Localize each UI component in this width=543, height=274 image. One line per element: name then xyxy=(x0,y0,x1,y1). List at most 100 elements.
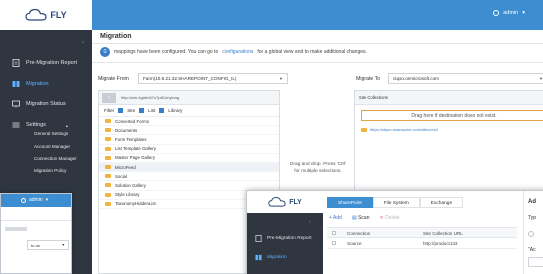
top-bar: admin ▾ xyxy=(92,0,543,30)
add-label: Add xyxy=(333,215,342,221)
list-item-label: Social xyxy=(115,173,127,179)
pane-input[interactable] xyxy=(528,257,543,267)
folder-icon xyxy=(105,119,111,124)
sidebar-sub-connection-manager[interactable]: Connection Manager xyxy=(34,156,77,161)
list-item-label: Documents xyxy=(115,127,138,133)
migrate-to-label: Migrate To xyxy=(356,76,381,82)
connection-tabs: SharePoint File System Exchange xyxy=(327,197,464,208)
migrate-from-value: Farm(10.6.21.32:SHAREPOINT_CONFIG_IL) xyxy=(143,76,237,81)
chevron-down-icon: ▾ xyxy=(522,10,525,16)
destination-header: Site Collections xyxy=(355,91,543,105)
overlay-logo: FLY xyxy=(247,191,323,213)
source-path: http://win-4gnfm67u7p81/mylong xyxy=(121,95,180,100)
filter-library-checkbox[interactable] xyxy=(159,108,165,113)
user-menu[interactable]: admin ▾ xyxy=(493,10,525,16)
configurations-link[interactable]: configurations xyxy=(222,49,253,55)
add-button[interactable]: + Add xyxy=(329,215,342,221)
list-item[interactable]: Converted Forms xyxy=(99,117,279,127)
overlay-select-value: to do xyxy=(31,243,40,248)
sidebar-item-migration-status[interactable]: Migration Status xyxy=(0,95,92,113)
row-checkbox[interactable] xyxy=(332,241,336,245)
column-header-connection[interactable]: Connection xyxy=(347,231,370,236)
list-item-label: Solution Gallery xyxy=(115,182,146,188)
sidebar-item-label: Migration xyxy=(26,81,49,87)
list-item-label: MicroFeed xyxy=(115,164,136,170)
list-item[interactable]: MicroFeed xyxy=(99,162,279,173)
folder-icon xyxy=(105,137,111,142)
list-item[interactable]: Form Templates xyxy=(99,135,279,145)
filter-list-checkbox[interactable] xyxy=(139,108,145,113)
select-all-checkbox[interactable] xyxy=(332,231,336,235)
tab-sharepoint[interactable]: SharePoint xyxy=(327,197,373,208)
mapping-message-post: for a global view and to make additional… xyxy=(257,49,367,55)
folder-icon xyxy=(105,128,111,133)
overlay-right-pane: Ad Typ "Ac xyxy=(523,191,543,274)
radio-button[interactable] xyxy=(528,231,534,237)
folder-icon xyxy=(105,165,111,170)
overlay-window-left: admin ▾ to do ▼ xyxy=(0,193,72,274)
list-item[interactable]: List Template Gallery xyxy=(99,145,279,154)
overlay-select[interactable]: to do ▼ xyxy=(27,240,69,250)
migrate-to-select[interactable]: ctqxo.onmicrosoft.com ▼ xyxy=(388,73,543,84)
migrate-from-label: Migrate From xyxy=(98,76,129,82)
scan-button[interactable]: ▤ Scan xyxy=(352,215,370,221)
overlay-content: SharePoint File System Exchange + Add ▤ … xyxy=(323,191,543,274)
brand-name: FLY xyxy=(50,10,67,20)
delete-button[interactable]: ✕ Delete xyxy=(379,215,399,221)
sidebar-item-label: Pre-Migration Report xyxy=(267,235,312,241)
folder-icon xyxy=(105,174,111,179)
source-path-bar: ‹ http://win-4gnfm67u7p81/mylong xyxy=(99,91,279,105)
divider xyxy=(1,220,71,221)
user-name: admin xyxy=(503,10,519,16)
report-icon xyxy=(255,234,262,242)
sidebar-sub-general-settings[interactable]: General Settings xyxy=(34,131,68,136)
mapping-message: 0 mappings have been configured. You can… xyxy=(100,47,367,57)
list-item-label: Style Library xyxy=(115,192,140,198)
site-icon xyxy=(361,127,367,132)
migrate-from-select[interactable]: Farm(10.6.21.32:SHAREPOINT_CONFIG_IL) ▼ xyxy=(138,73,288,84)
migration-icon xyxy=(255,254,262,260)
sidebar-sub-account-manager[interactable]: Account Manager xyxy=(34,144,70,149)
overlay-user-menu[interactable]: admin ▾ xyxy=(21,197,48,203)
filter-site-checkbox[interactable] xyxy=(118,108,124,113)
pane-title: Ad xyxy=(528,199,536,205)
caret-down-icon: ▼ xyxy=(279,76,283,81)
collapse-sidebar-icon[interactable]: ‹ xyxy=(309,219,311,225)
list-item[interactable]: Documents xyxy=(99,126,279,136)
pane-label: Typ xyxy=(528,215,537,221)
folder-icon xyxy=(105,146,111,151)
tab-file-system[interactable]: File System xyxy=(372,197,420,208)
overlay-user-name: admin xyxy=(29,197,43,203)
back-button[interactable]: ‹ xyxy=(102,93,116,103)
user-icon xyxy=(21,197,26,203)
sidebar-item-label: Pre-Migration Report xyxy=(26,60,78,66)
drop-zone[interactable]: Drag here if destination does not exist. xyxy=(361,110,543,121)
filter-label: Filter xyxy=(104,108,115,113)
table-cell: Source xyxy=(347,241,362,246)
sidebar-item-pre-migration-report[interactable]: Pre-Migration Report xyxy=(247,230,323,246)
sidebar-item-migration[interactable]: Migration xyxy=(247,249,323,265)
filter-site-label: Site xyxy=(127,108,136,113)
overlay-top-bar: admin ▾ xyxy=(1,194,71,207)
sidebar-sub-migration-policy[interactable]: Migration Policy xyxy=(34,168,66,173)
collapse-sidebar-icon[interactable]: ‹ xyxy=(82,40,84,46)
list-item[interactable]: Master Page Gallery xyxy=(99,154,279,163)
scan-label: Scan xyxy=(358,215,370,221)
table-row[interactable]: Source http://product133 xyxy=(327,238,517,249)
filter-list-label: List xyxy=(148,108,156,113)
chevron-up-icon: ▴ xyxy=(65,122,68,128)
sidebar-item-migration[interactable]: Migration xyxy=(0,75,92,93)
sidebar-item-pre-migration-report[interactable]: Pre-Migration Report xyxy=(0,54,92,72)
chevron-down-icon: ▾ xyxy=(45,197,49,203)
divider xyxy=(92,43,543,44)
destination-item[interactable]: https://ctqxo.sharepoint.com/sites/crs2 xyxy=(361,127,438,132)
pane-label: "Ac xyxy=(528,247,536,253)
table-header: Connection Site Collection URL xyxy=(327,227,517,238)
tab-exchange[interactable]: Exchange xyxy=(419,197,464,208)
drag-hint: Drag and drop. Press 'Ctrl' for multiple… xyxy=(289,162,347,174)
column-header-url[interactable]: Site Collection URL xyxy=(423,231,463,236)
list-item[interactable]: Social xyxy=(99,172,279,182)
user-icon xyxy=(493,10,500,16)
divider xyxy=(92,62,543,63)
toolbar: + Add ▤ Scan ✕ Delete xyxy=(329,215,400,221)
